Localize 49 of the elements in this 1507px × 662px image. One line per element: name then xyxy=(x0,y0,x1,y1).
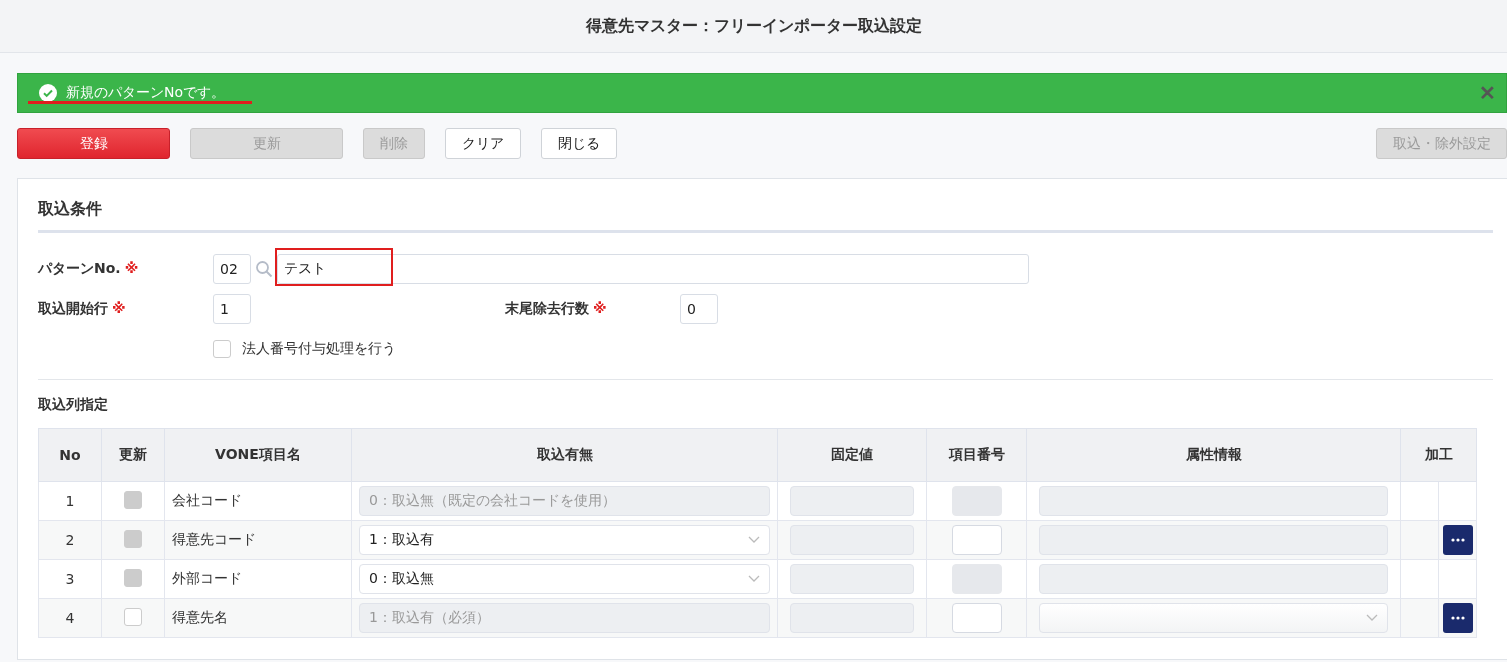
toolbar-button[interactable]: 登録 xyxy=(17,128,170,159)
section-title: 取込条件 xyxy=(38,179,1493,233)
chevron-down-icon xyxy=(748,536,760,544)
column-header: 固定値 xyxy=(777,428,927,482)
column-header: 更新 xyxy=(101,428,165,482)
table-cell: 2 xyxy=(38,520,102,560)
column-header: 項目番号 xyxy=(926,428,1027,482)
more-button[interactable] xyxy=(1442,603,1473,633)
chevron-down-icon xyxy=(1366,614,1378,622)
alert-message: 新規のパターンNoです。 xyxy=(66,84,226,102)
ellipsis-icon xyxy=(1450,538,1465,542)
import-select[interactable]: 1：取込有 xyxy=(359,525,770,555)
start-row-input[interactable]: 1 xyxy=(213,294,251,324)
toolbar-button[interactable]: クリア xyxy=(445,128,521,159)
ellipsis-icon xyxy=(1450,616,1465,620)
item-number-input[interactable] xyxy=(951,525,1002,555)
column-header: No xyxy=(38,428,102,482)
window-title: 得意先マスター：フリーインポーター取込設定 xyxy=(585,15,922,37)
field-label: 末尾除去行数 ※ xyxy=(505,300,608,318)
checkbox[interactable] xyxy=(124,607,142,626)
table-cell: 得意先名 xyxy=(164,598,352,638)
check-circle-icon xyxy=(39,84,57,102)
attribute-select[interactable] xyxy=(1039,603,1388,633)
checkbox-label: 法人番号付与処理を行う xyxy=(242,340,396,358)
table-cell: 1 xyxy=(38,481,102,521)
column-header: 取込有無 xyxy=(351,428,778,482)
column-header: 属性情報 xyxy=(1026,428,1401,482)
toolbar-button[interactable]: 閉じる xyxy=(541,128,617,159)
checkbox[interactable] xyxy=(213,340,231,358)
pattern-code-input[interactable]: 02 xyxy=(213,254,251,284)
table-cell: 外部コード xyxy=(164,559,352,599)
trailing-rows-input[interactable]: 0 xyxy=(680,294,718,324)
table-cell: 会社コード xyxy=(164,481,352,521)
table-cell: 4 xyxy=(38,598,102,638)
chevron-down-icon xyxy=(748,575,760,583)
column-header: 加工 xyxy=(1400,428,1477,482)
import-readonly-field: 1：取込有（必須） xyxy=(359,603,770,633)
import-readonly-field: 0：取込無（既定の会社コードを使用） xyxy=(359,486,770,516)
section-title: 取込列指定 xyxy=(38,395,109,414)
pattern-name-input[interactable]: テスト xyxy=(277,254,1029,284)
table-cell: 3 xyxy=(38,559,102,599)
field-label: パターンNo. ※ xyxy=(38,260,140,278)
table-cell: 得意先コード xyxy=(164,520,352,560)
item-number-input[interactable] xyxy=(951,603,1002,633)
search-icon[interactable] xyxy=(255,260,273,278)
import-select[interactable]: 0：取込無 xyxy=(359,564,770,594)
field-label: 取込開始行 ※ xyxy=(38,300,127,318)
more-button[interactable] xyxy=(1442,525,1473,555)
column-header: VONE項目名 xyxy=(164,428,352,482)
